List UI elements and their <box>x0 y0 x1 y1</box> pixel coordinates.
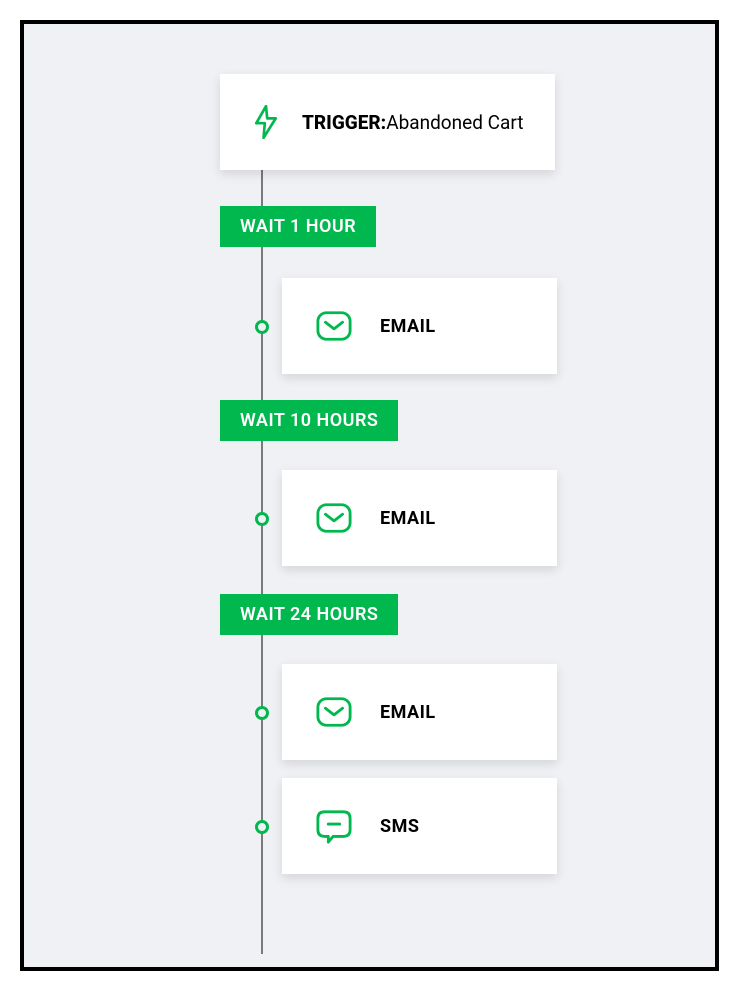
action-card-sms[interactable]: SMS <box>282 778 557 874</box>
action-card-email[interactable]: EMAIL <box>282 278 557 374</box>
action-label: EMAIL <box>380 702 436 723</box>
trigger-card[interactable]: TRIGGER:Abandoned Cart <box>220 74 555 170</box>
timeline-line <box>261 164 263 954</box>
action-label: EMAIL <box>380 316 436 337</box>
email-icon <box>316 694 352 730</box>
action-card-email[interactable]: EMAIL <box>282 470 557 566</box>
email-icon <box>316 308 352 344</box>
action-card-email[interactable]: EMAIL <box>282 664 557 760</box>
timeline-marker <box>255 512 269 526</box>
timeline-marker <box>255 320 269 334</box>
action-label: EMAIL <box>380 508 436 529</box>
email-icon <box>316 500 352 536</box>
trigger-text: TRIGGER:Abandoned Cart <box>302 111 523 134</box>
trigger-value: Abandoned Cart <box>386 111 523 134</box>
timeline-marker <box>255 706 269 720</box>
wait-badge[interactable]: WAIT 24 HOURS <box>220 594 398 635</box>
trigger-label: TRIGGER: <box>302 111 386 134</box>
wait-badge[interactable]: WAIT 1 HOUR <box>220 206 376 247</box>
action-label: SMS <box>380 816 419 837</box>
wait-badge[interactable]: WAIT 10 HOURS <box>220 400 398 441</box>
sms-icon <box>316 808 352 844</box>
timeline-marker <box>255 820 269 834</box>
workflow-frame: TRIGGER:Abandoned Cart WAIT 1 HOUR EMAIL… <box>20 20 719 971</box>
bolt-icon <box>248 104 284 140</box>
